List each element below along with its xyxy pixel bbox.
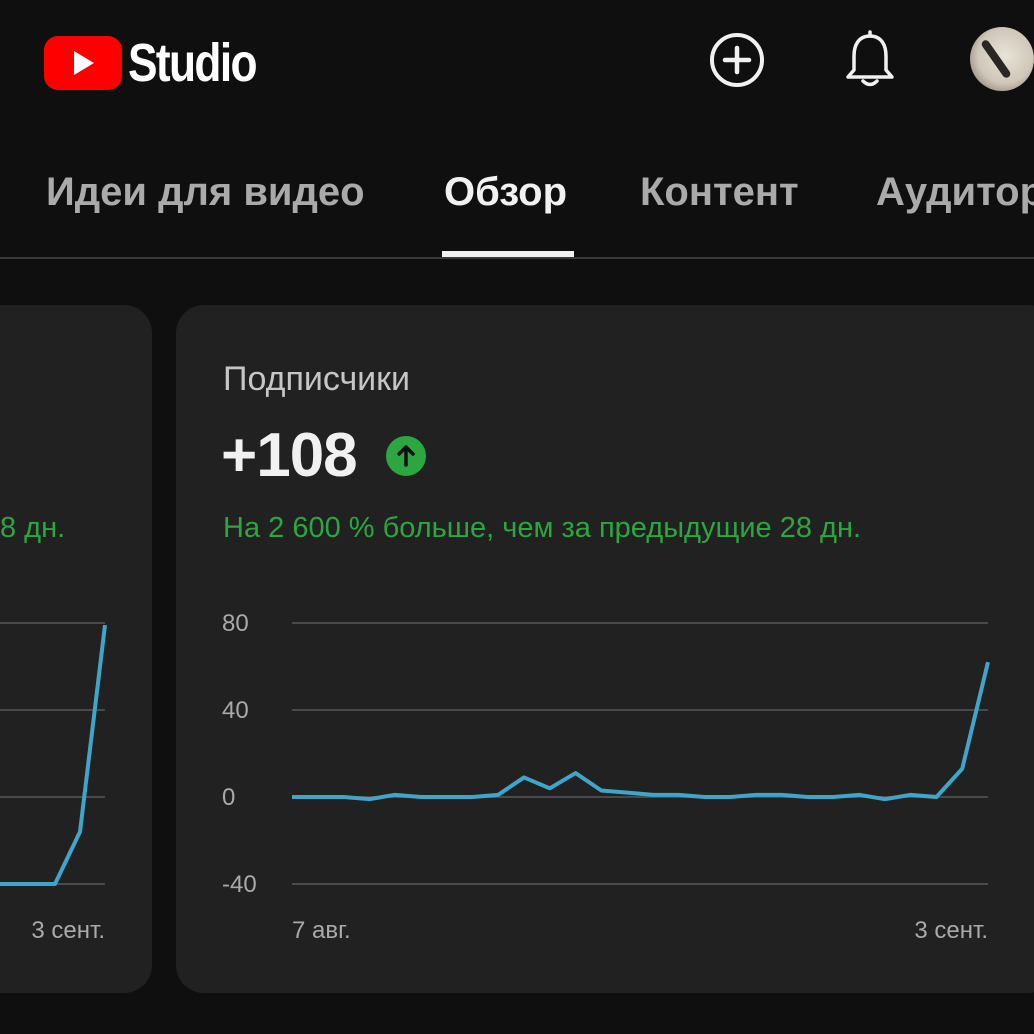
y-tick-label: 80 (222, 610, 249, 637)
y-tick-label: -40 (222, 871, 257, 898)
subscribers-chart: 80 40 0 -40 7 авг. 3 сент. (222, 610, 990, 944)
previous-series-line (0, 624, 107, 886)
x-axis-start-label: 7 авг. (292, 917, 351, 944)
previous-metric-chart: 3 сент. (0, 622, 107, 944)
y-tick-label: 0 (222, 784, 235, 811)
x-axis-end-label: 3 сент. (914, 917, 988, 944)
charts-layer: 3 сент. 80 40 0 -40 7 авг. 3 сент. (0, 610, 990, 944)
x-axis-end-label: 3 сент. (31, 917, 105, 944)
subscribers-series-line (292, 661, 990, 802)
y-tick-label: 40 (222, 697, 249, 724)
